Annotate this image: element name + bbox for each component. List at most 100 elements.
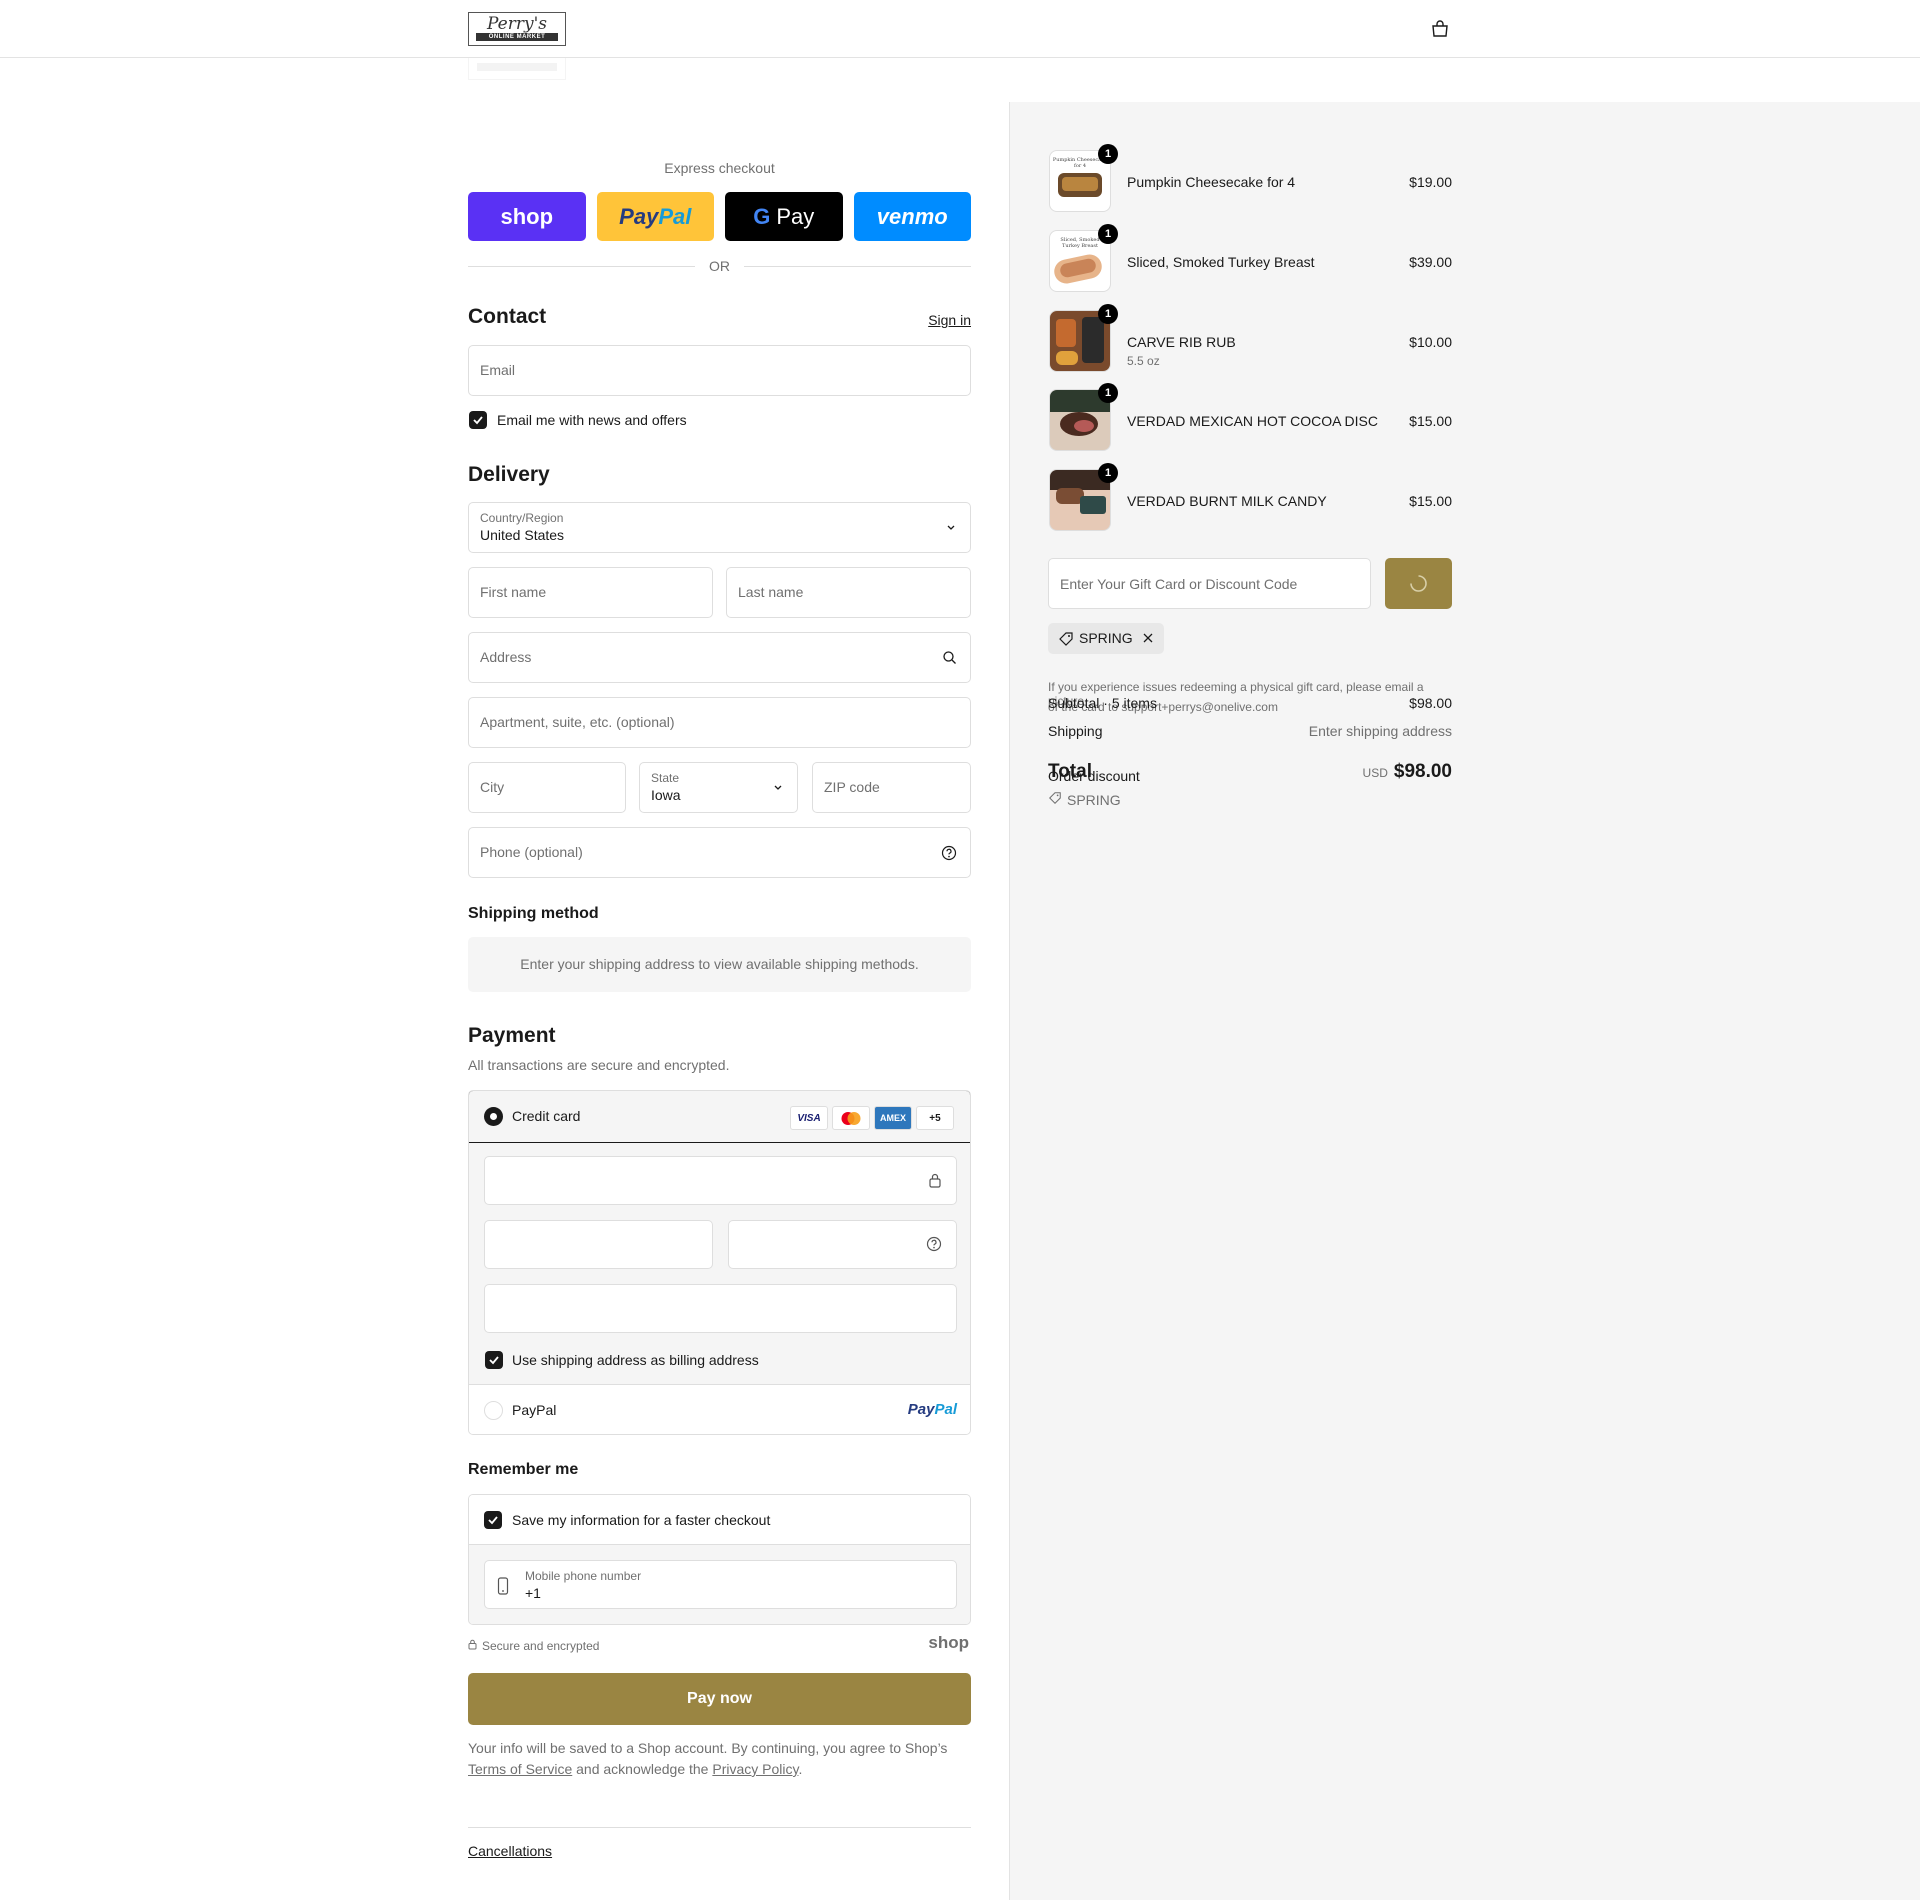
- total-label: Total: [1048, 761, 1092, 782]
- chevron-down-icon: [945, 520, 957, 536]
- chevron-down-icon: [772, 780, 784, 796]
- email-placeholder: Email: [480, 362, 516, 378]
- paypal-radio[interactable]: [484, 1401, 503, 1420]
- pay-now-button[interactable]: Pay now: [468, 1673, 971, 1725]
- discount-code-input[interactable]: Enter Your Gift Card or Discount Code: [1048, 558, 1371, 609]
- apply-discount-button[interactable]: [1385, 558, 1452, 609]
- tag-icon: [1058, 631, 1074, 650]
- security-code-field[interactable]: [728, 1220, 957, 1269]
- paypal-logo-2: Pal: [934, 1401, 957, 1418]
- save-info-row[interactable]: Save my information for a faster checkou…: [469, 1495, 970, 1545]
- help-icon[interactable]: [941, 845, 957, 864]
- save-info-checkbox[interactable]: [484, 1511, 502, 1529]
- city-field[interactable]: City: [468, 762, 626, 813]
- cart-item: 1 CARVE RIB RUB 5.5 oz $10.00: [1049, 304, 1452, 374]
- first-name-field[interactable]: First name: [468, 567, 713, 618]
- sign-in-link[interactable]: Sign in: [928, 312, 971, 328]
- legal-text-2: and acknowledge the: [576, 1761, 709, 1777]
- visa-label: VISA: [797, 1112, 821, 1124]
- billing-address-label: Use shipping address as billing address: [512, 1352, 759, 1368]
- shipping-method-message: Enter your shipping address to view avai…: [468, 937, 971, 992]
- mobile-section: Mobile phone number +1: [469, 1545, 970, 1624]
- help-icon[interactable]: [926, 1236, 942, 1255]
- currency-label: USD: [1362, 766, 1388, 780]
- payment-methods: Credit card VISA AMEX +5 Use shipping ad…: [468, 1090, 971, 1435]
- cart-item: 1 VERDAD MEXICAN HOT COCOA DISC $15.00: [1049, 383, 1452, 453]
- zip-placeholder: ZIP code: [824, 779, 880, 795]
- quantity-badge: 1: [1098, 144, 1118, 164]
- cart-item: Sliced, Smoked Turkey Breast 1 Sliced, S…: [1049, 224, 1452, 294]
- secure-label: Secure and encrypted: [482, 1639, 600, 1653]
- mobile-phone-icon: [497, 1577, 509, 1598]
- mobile-phone-field[interactable]: Mobile phone number +1: [484, 1560, 957, 1609]
- country-select[interactable]: Country/Region United States: [468, 502, 971, 553]
- item-price: $39.00: [1409, 254, 1452, 270]
- terms-of-service-link[interactable]: Terms of Service: [468, 1761, 572, 1777]
- shop-pay-button[interactable]: shop: [468, 192, 586, 241]
- cart-item: Pumpkin Cheesecake for 4 1 Pumpkin Chees…: [1049, 144, 1452, 214]
- last-name-field[interactable]: Last name: [726, 567, 971, 618]
- amex-icon: AMEX: [874, 1106, 912, 1130]
- country-label: Country/Region: [480, 511, 564, 525]
- subtotal-label: Subtotal · 5 items: [1048, 695, 1157, 711]
- item-name: VERDAD BURNT MILK CANDY: [1127, 493, 1327, 509]
- apartment-placeholder: Apartment, suite, etc. (optional): [480, 714, 675, 730]
- newsletter-checkbox[interactable]: [469, 411, 487, 429]
- or-label: OR: [709, 258, 730, 274]
- state-select[interactable]: State Iowa: [639, 762, 798, 813]
- paypal-logo: PayPal: [908, 1401, 957, 1418]
- payment-title: Payment: [468, 1024, 556, 1047]
- legal-text-1: Your info will be saved to a Shop accoun…: [468, 1740, 948, 1756]
- contact-title: Contact: [468, 305, 547, 328]
- search-icon: [942, 650, 957, 668]
- billing-address-checkbox[interactable]: [485, 1351, 503, 1369]
- close-icon[interactable]: [1141, 631, 1155, 648]
- more-brands-label: +5: [929, 1112, 941, 1124]
- total-value: $98.00: [1393, 761, 1452, 782]
- quantity-badge: 1: [1098, 463, 1118, 483]
- address-field[interactable]: Address: [468, 632, 971, 683]
- shipping-method-title: Shipping method: [468, 905, 599, 922]
- credit-card-option[interactable]: Credit card VISA AMEX +5: [469, 1091, 970, 1143]
- city-placeholder: City: [480, 779, 505, 795]
- discount-placeholder: Enter Your Gift Card or Discount Code: [1060, 576, 1298, 592]
- last-name-placeholder: Last name: [738, 584, 804, 600]
- lock-icon: [468, 1639, 477, 1653]
- total-value-group: USD $98.00: [1363, 761, 1452, 783]
- logo-band: ONLINE MARKET: [476, 33, 558, 41]
- item-price: $19.00: [1409, 174, 1452, 190]
- thumb-caption: Sliced, Smoked Turkey Breast: [1060, 237, 1100, 249]
- mastercard-icon: [832, 1106, 870, 1130]
- item-name: VERDAD MEXICAN HOT COCOA DISC: [1127, 413, 1379, 429]
- secure-note: Secure and encrypted: [468, 1639, 599, 1653]
- privacy-policy-link[interactable]: Privacy Policy: [712, 1761, 798, 1777]
- amex-label: AMEX: [879, 1113, 906, 1123]
- card-number-field[interactable]: [484, 1156, 957, 1205]
- shopping-bag-icon[interactable]: [1430, 20, 1450, 41]
- email-field[interactable]: Email: [468, 345, 971, 396]
- subtotal-row: Subtotal · 5 items $98.00: [1048, 695, 1452, 711]
- discount-code-row: SPRING: [1048, 791, 1452, 808]
- google-pay-button[interactable]: G Pay: [725, 192, 843, 241]
- store-logo[interactable]: Perry's ONLINE MARKET: [468, 12, 566, 46]
- phone-field[interactable]: Phone (optional): [468, 827, 971, 878]
- zip-field[interactable]: ZIP code: [812, 762, 971, 813]
- card-form: Use shipping address as billing address: [469, 1143, 970, 1384]
- express-checkout-title: Express checkout: [664, 160, 775, 176]
- cart-item: 1 VERDAD BURNT MILK CANDY $15.00: [1049, 463, 1452, 533]
- item-name: CARVE RIB RUB: [1127, 334, 1236, 350]
- name-on-card-field[interactable]: [484, 1284, 957, 1333]
- apartment-field[interactable]: Apartment, suite, etc. (optional): [468, 697, 971, 748]
- venmo-button[interactable]: venmo: [853, 192, 971, 241]
- item-name: Sliced, Smoked Turkey Breast: [1127, 254, 1315, 270]
- discount-code-label: SPRING: [1067, 791, 1121, 808]
- state-value: Iowa: [651, 787, 681, 803]
- venmo-label: venmo: [876, 203, 948, 229]
- expiration-field[interactable]: [484, 1220, 713, 1269]
- paypal-express-button[interactable]: Pay Pal: [596, 192, 714, 241]
- paypal-option[interactable]: PayPal PayPal: [469, 1384, 970, 1434]
- credit-card-label: Credit card: [512, 1108, 581, 1124]
- cancellations-link[interactable]: Cancellations: [468, 1843, 552, 1859]
- credit-card-radio[interactable]: [484, 1107, 503, 1126]
- loading-spinner-icon: [1409, 574, 1428, 596]
